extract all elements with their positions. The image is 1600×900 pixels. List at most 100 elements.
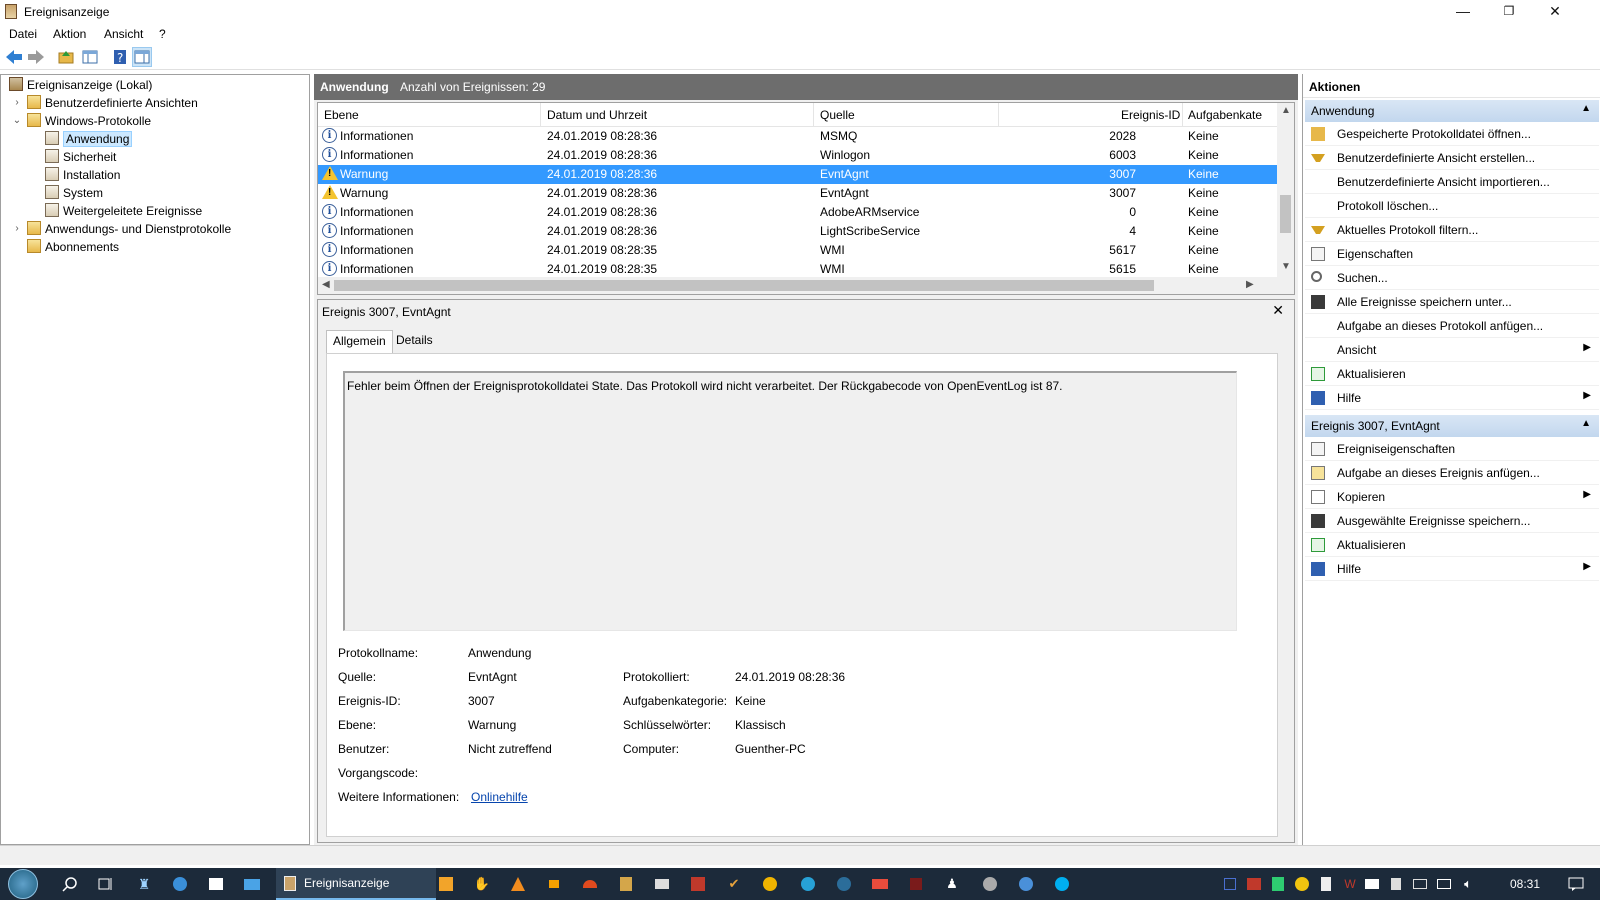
actions-section-event[interactable]: Ereignis 3007, EvntAgnt ▲ — [1305, 415, 1599, 437]
tray-icon[interactable] — [1316, 874, 1336, 894]
scroll-up-arrow-icon[interactable]: ▲ — [1281, 105, 1291, 116]
menu-help[interactable]: ? — [159, 27, 166, 41]
column-divider[interactable] — [540, 103, 541, 127]
app-icon[interactable] — [616, 874, 636, 894]
action-item[interactable]: Benutzerdefinierte Ansicht erstellen... — [1305, 146, 1599, 170]
horizontal-scrollbar[interactable]: ◀ ▶ — [318, 277, 1294, 294]
event-row[interactable]: i Informationen 24.01.2019 08:28:36 AdobeAR… — [318, 203, 1278, 222]
vertical-scrollbar[interactable]: ▲ ▼ — [1277, 103, 1294, 278]
action-item[interactable]: Alle Ereignisse speichern unter... — [1305, 290, 1599, 314]
action-item[interactable]: Benutzerdefinierte Ansicht importieren..… — [1305, 170, 1599, 194]
store-icon[interactable] — [206, 874, 226, 894]
tree-log-forwarded[interactable]: Weitergeleitete Ereignisse — [45, 202, 202, 220]
scroll-thumb[interactable] — [334, 280, 1154, 291]
minimize-button[interactable]: — — [1440, 0, 1486, 24]
tree-app-service-logs[interactable]: › Anwendungs- und Dienstprotokolle — [15, 220, 231, 238]
event-row[interactable]: Warnung 24.01.2019 08:28:36 EvntAgnt 3007 Ke… — [318, 165, 1278, 184]
action-item[interactable]: Eigenschaften — [1305, 242, 1599, 266]
tree-log-installation[interactable]: Installation — [45, 166, 120, 184]
tray-icon[interactable]: W — [1340, 874, 1360, 894]
scroll-thumb[interactable] — [1280, 195, 1291, 233]
tab-allgemein[interactable]: Allgemein — [326, 330, 393, 354]
collapse-arrow-icon[interactable]: ▲ — [1581, 418, 1591, 429]
help-icon[interactable]: ? — [110, 47, 130, 67]
action-item[interactable]: Ausgewählte Ereignisse speichern... — [1305, 509, 1599, 533]
action-item[interactable]: Aktuelles Protokoll filtern... — [1305, 218, 1599, 242]
back-arrow-icon[interactable] — [4, 47, 24, 67]
action-item[interactable]: Ansicht ▶ — [1305, 338, 1599, 362]
app-icon[interactable]: ♟ — [942, 874, 962, 894]
collapse-arrow-icon[interactable]: ▲ — [1581, 103, 1591, 114]
column-header-source[interactable]: Quelle — [820, 108, 855, 122]
menu-aktion[interactable]: Aktion — [53, 27, 86, 41]
tray-icon[interactable] — [1410, 874, 1430, 894]
folder-up-icon[interactable] — [56, 47, 76, 67]
app-icon[interactable] — [798, 874, 818, 894]
app-icon[interactable] — [544, 874, 564, 894]
tray-icon[interactable] — [1386, 874, 1406, 894]
app-icon[interactable] — [980, 874, 1000, 894]
shield-icon[interactable] — [1268, 874, 1288, 894]
event-description[interactable]: Fehler beim Öffnen der Ereignisprotokoll… — [343, 371, 1237, 631]
action-pane-icon[interactable] — [132, 47, 152, 67]
app-icon[interactable] — [760, 874, 780, 894]
network-icon[interactable] — [1434, 874, 1454, 894]
app-icon[interactable] — [870, 874, 890, 894]
action-item[interactable]: Protokoll löschen... — [1305, 194, 1599, 218]
tree-custom-views[interactable]: › Benutzerdefinierte Ansichten — [15, 94, 198, 112]
event-row[interactable]: i Informationen 24.01.2019 08:28:35 WMI 5617… — [318, 241, 1278, 260]
column-divider[interactable] — [1182, 103, 1183, 127]
scroll-left-arrow-icon[interactable]: ◀ — [322, 279, 330, 290]
show-hide-tree-icon[interactable] — [80, 47, 100, 67]
action-item[interactable]: Aufgabe an dieses Ereignis anfügen... — [1305, 461, 1599, 485]
tree-subscriptions[interactable]: Abonnements — [27, 238, 119, 256]
search-icon[interactable] — [60, 874, 80, 894]
column-divider[interactable] — [998, 103, 999, 127]
mail-icon[interactable] — [1362, 874, 1382, 894]
action-item[interactable]: Hilfe ▶ — [1305, 386, 1599, 410]
event-row[interactable]: i Informationen 24.01.2019 08:28:36 MSMQ 202… — [318, 127, 1278, 146]
column-header-date[interactable]: Datum und Uhrzeit — [547, 108, 647, 122]
column-header-task[interactable]: Aufgabenkate — [1188, 108, 1262, 122]
action-item[interactable]: Ereigniseigenschaften — [1305, 437, 1599, 461]
column-divider[interactable] — [813, 103, 814, 127]
expand-chevron-icon[interactable]: › — [11, 94, 23, 112]
app-icon[interactable] — [580, 874, 600, 894]
app-icon[interactable]: ✋ — [472, 874, 492, 894]
tree-windows-logs[interactable]: ⌄ Windows-Protokolle — [13, 112, 151, 130]
tab-details[interactable]: Details — [390, 330, 439, 352]
tray-icon[interactable] — [1220, 874, 1240, 894]
menu-ansicht[interactable]: Ansicht — [104, 27, 143, 41]
action-item[interactable]: Aktualisieren — [1305, 362, 1599, 386]
start-button[interactable] — [8, 869, 38, 899]
skype-icon[interactable] — [1052, 874, 1072, 894]
action-item[interactable]: Gespeicherte Protokolldatei öffnen... — [1305, 122, 1599, 146]
action-item[interactable]: Suchen... — [1305, 266, 1599, 290]
taskbar-app-event-viewer[interactable]: Ereignisanzeige — [276, 868, 436, 900]
mail-app-icon[interactable] — [242, 874, 262, 894]
chess-app-icon[interactable]: ♜ — [134, 874, 154, 894]
maximize-button[interactable]: ❐ — [1486, 0, 1532, 24]
scroll-down-arrow-icon[interactable]: ▼ — [1281, 261, 1291, 272]
task-view-icon[interactable] — [96, 874, 116, 894]
tree-root[interactable]: Ereignisanzeige (Lokal) — [9, 76, 152, 94]
column-header-level[interactable]: Ebene — [324, 108, 359, 122]
tray-icon[interactable] — [1244, 874, 1264, 894]
scroll-right-arrow-icon[interactable]: ▶ — [1246, 279, 1254, 290]
clock[interactable]: 08:31 — [1510, 877, 1540, 891]
event-row[interactable]: i Informationen 24.01.2019 08:28:36 Winlogo… — [318, 146, 1278, 165]
collapse-chevron-icon[interactable]: ⌄ — [11, 112, 23, 130]
event-row[interactable]: Warnung 24.01.2019 08:28:36 EvntAgnt 3007 Ke… — [318, 184, 1278, 203]
event-row[interactable]: i Informationen 24.01.2019 08:28:36 LightSc… — [318, 222, 1278, 241]
column-header-event-id[interactable]: Ereignis-ID — [1121, 108, 1180, 122]
online-help-link[interactable]: Onlinehilfe — [471, 790, 528, 804]
action-item[interactable]: Aktualisieren — [1305, 533, 1599, 557]
app-icon[interactable] — [688, 874, 708, 894]
close-icon[interactable]: ✕ — [1272, 302, 1284, 319]
expand-chevron-icon[interactable]: › — [11, 220, 23, 238]
tray-icon[interactable] — [1292, 874, 1312, 894]
notification-icon[interactable] — [1566, 874, 1586, 894]
action-item[interactable]: Aufgabe an dieses Protokoll anfügen... — [1305, 314, 1599, 338]
app-icon[interactable] — [906, 874, 926, 894]
actions-section-log[interactable]: Anwendung ▲ — [1305, 100, 1599, 122]
